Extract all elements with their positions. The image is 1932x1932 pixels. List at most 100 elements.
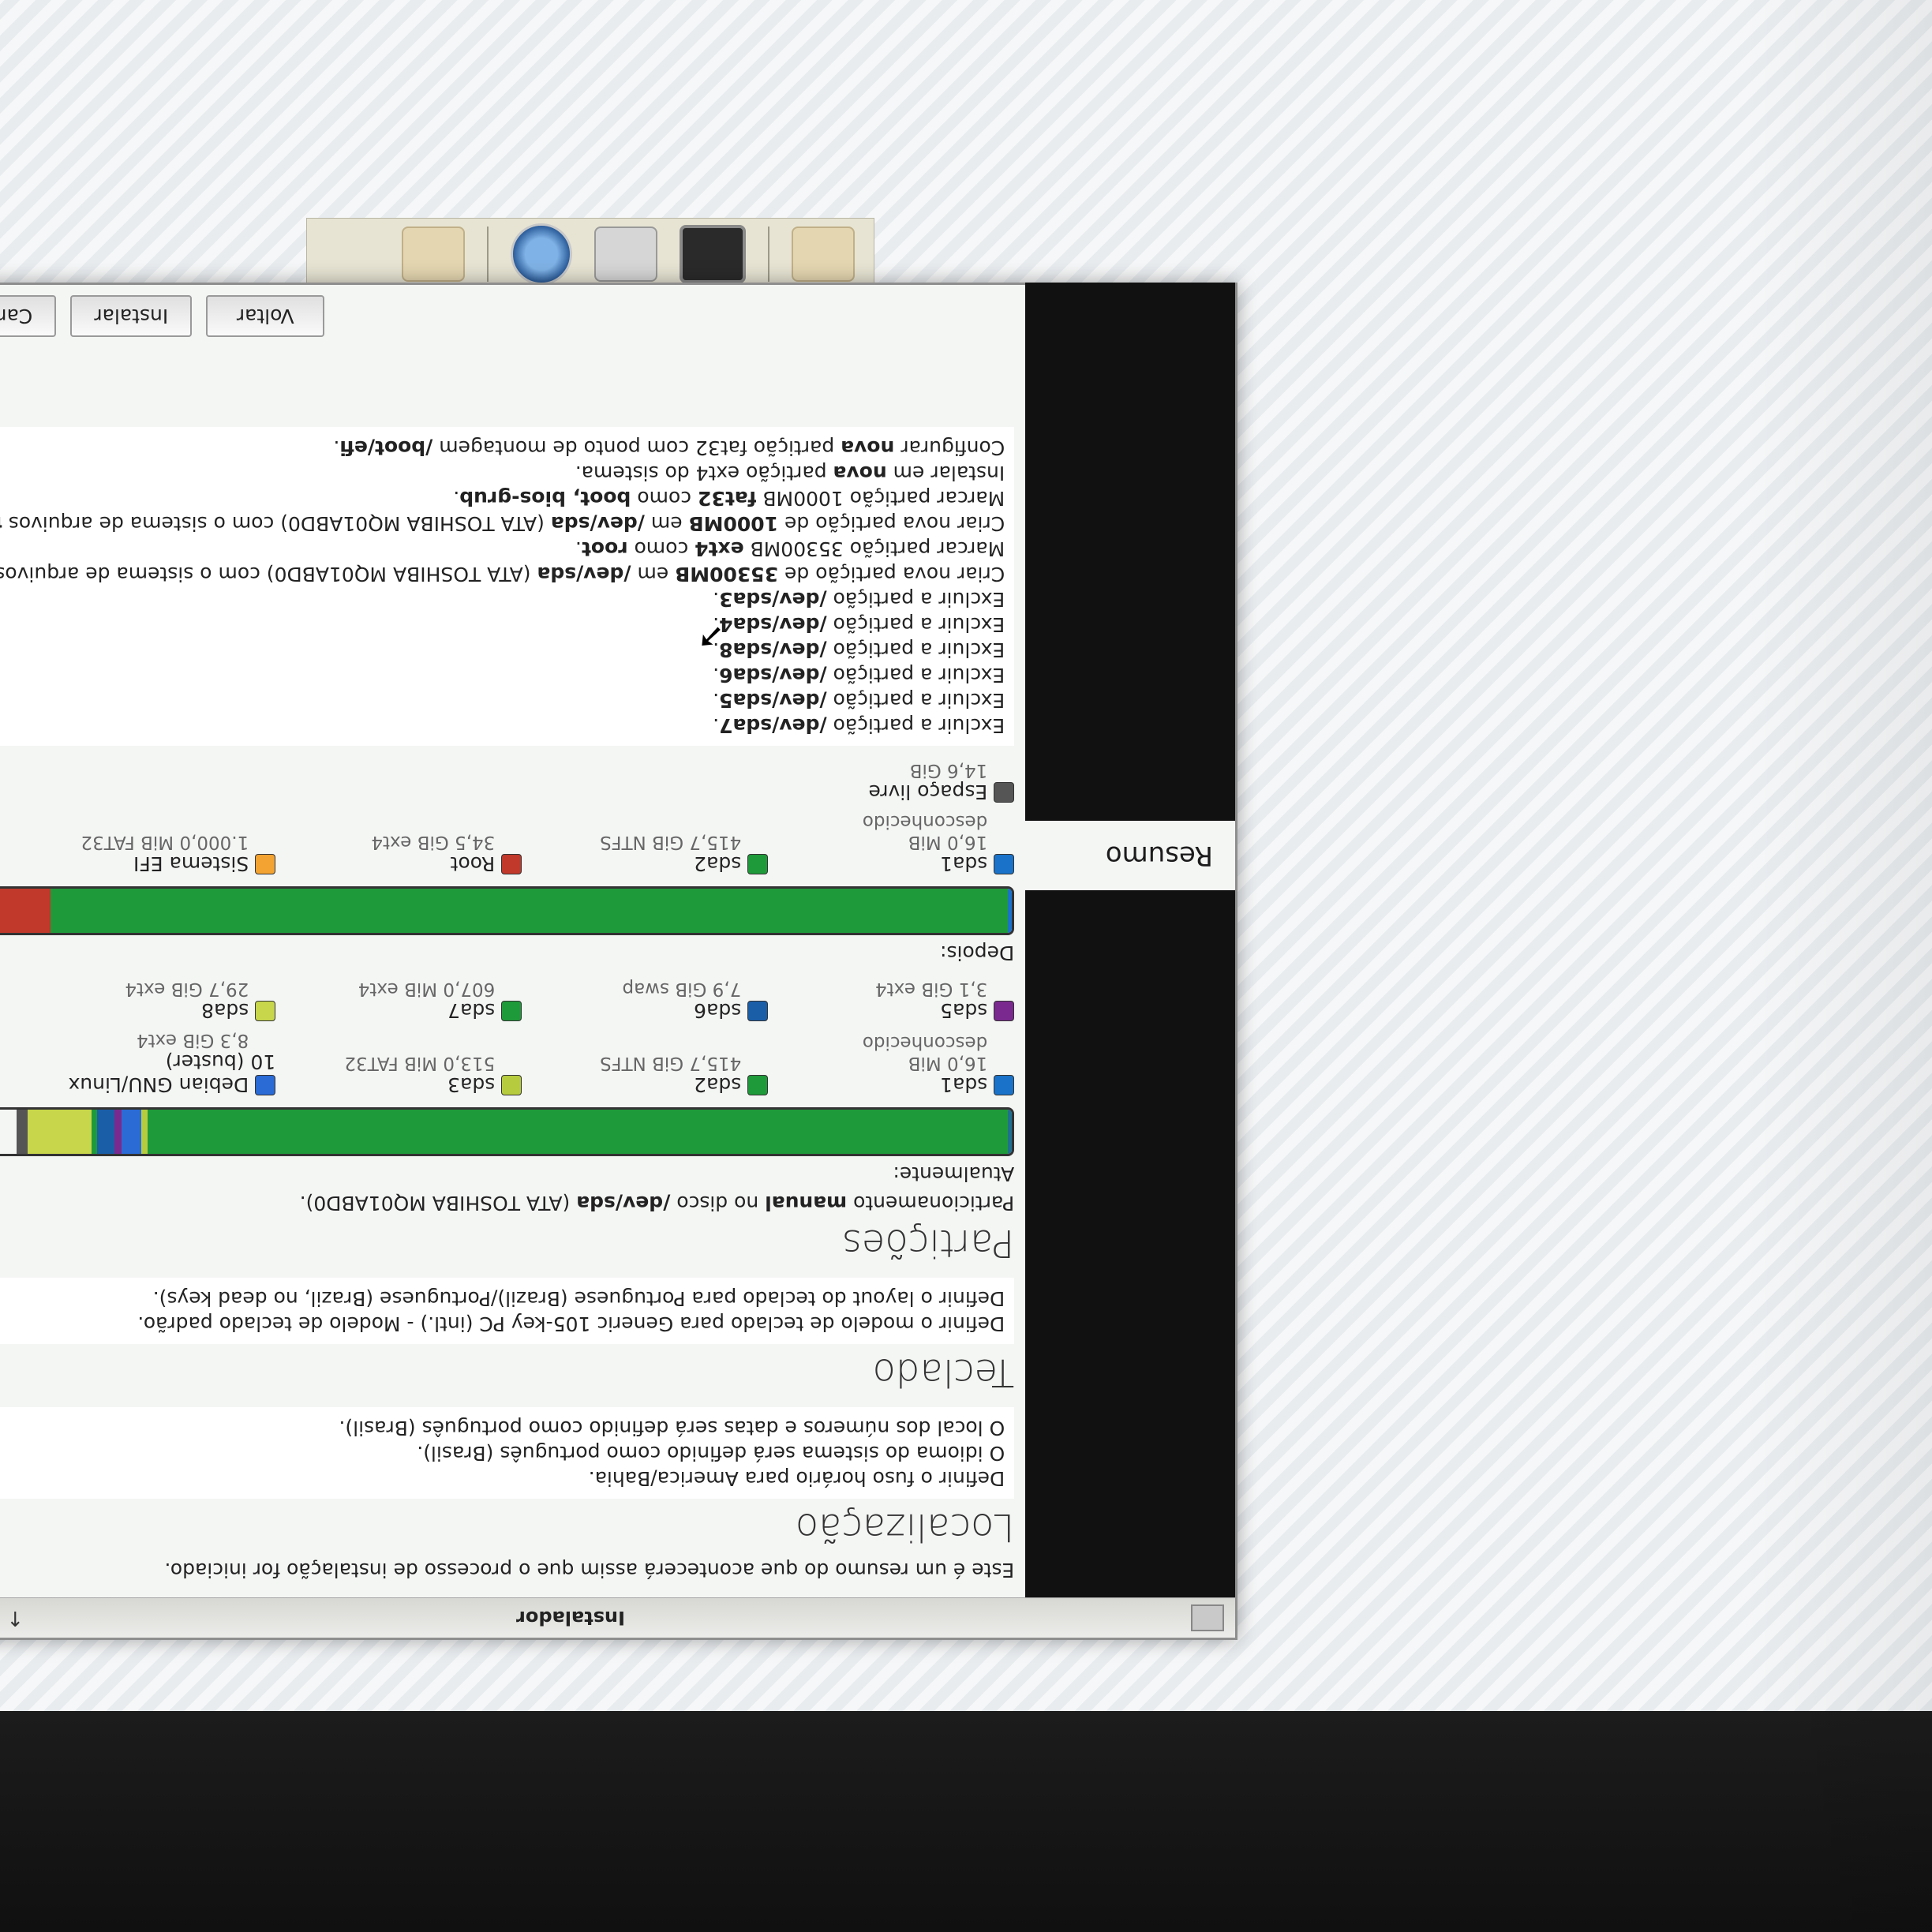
after-partition-legend: sda1 16,0 MiB desconhecido sda2 415,7 GiB N…	[0, 760, 1015, 875]
legend-item: Root 34,5 GiB ext4	[285, 811, 522, 875]
current-partition-legend: sda1 16,0 MiB desconhecido sda2 415,7 GiB N…	[0, 979, 1015, 1096]
action-text: Configurar	[894, 436, 1005, 459]
action-text: .	[453, 487, 460, 510]
legend-swatch	[501, 1075, 522, 1095]
browser-globe-icon[interactable]	[511, 223, 572, 285]
legend-name: sda8	[201, 999, 249, 1022]
after-partition-bar	[0, 886, 1015, 935]
window-controls: ↑ – □ ✕	[0, 1606, 24, 1630]
keep-above-icon[interactable]: ↑	[6, 1606, 24, 1630]
teclado-line: Definir o layout do teclado para Portugu…	[152, 1287, 1005, 1310]
action-highlight: nova	[841, 436, 895, 459]
action-highlight: root	[581, 537, 628, 560]
partition-action-line: Excluir a partição /dev/sda6.	[0, 662, 1005, 687]
localizacao-line: O idioma do sistema será definido como p…	[417, 1442, 1005, 1465]
photo-scene: Instalador ↑ – □ ✕ Resumo Este é um resu…	[0, 0, 1932, 1932]
teclado-box: Definir o modelo de teclado para Generic…	[0, 1278, 1015, 1344]
action-text: como	[631, 487, 698, 510]
partition-action-line: Excluir a partição /dev/sda4.	[0, 612, 1005, 637]
install-button[interactable]: Instalar	[70, 295, 193, 337]
partition-segment	[16, 1110, 28, 1154]
legend-info: 14,6 GiB	[909, 760, 988, 781]
partition-action-line: Excluir a partição /dev/sda5.	[0, 687, 1005, 713]
legend-swatch	[994, 782, 1015, 803]
action-text: Marcar partição 35300MB	[743, 537, 1005, 560]
legend-item: sda2 415,7 GiB NTFS	[531, 1030, 769, 1096]
legend-item: Debian GNU/Linux 10 (buster) 8,3 GiB ext4	[39, 1030, 276, 1096]
back-button[interactable]: Voltar	[206, 295, 325, 337]
partition-action-line: Excluir a partição /dev/sda3.	[0, 586, 1005, 612]
action-text: .	[713, 714, 720, 737]
legend-item: sda1 16,0 MiB desconhecido	[777, 811, 1015, 875]
taskbar-separator	[768, 227, 769, 282]
summary-page: Este é um resumo do que acontecerá assim…	[0, 283, 1025, 1597]
sidebar-item-resumo[interactable]: Resumo	[1003, 821, 1235, 890]
action-text: .	[713, 588, 720, 611]
action-text: .	[713, 664, 720, 687]
legend-item: sda5 3,1 GiB ext4	[777, 979, 1015, 1022]
legend-item: sda7 607,0 MiB ext4	[285, 979, 522, 1022]
legend-item: sda8 29,7 GiB ext4	[39, 979, 276, 1022]
legend-swatch	[994, 854, 1015, 874]
legend-name: sda3	[447, 1073, 496, 1096]
section-title-localizacao: Localização	[795, 1505, 1015, 1549]
action-highlight: /dev/sda3	[719, 588, 827, 611]
action-text: Criar nova partição de	[778, 512, 1005, 535]
action-highlight: /dev/sda	[537, 563, 631, 586]
terminal-icon[interactable]	[680, 225, 746, 283]
taskbar-separator	[487, 227, 489, 282]
legend-name: Sistema EFI	[133, 852, 249, 875]
folder-icon[interactable]	[402, 227, 465, 282]
partition-intro-text: Particionamento	[847, 1192, 1015, 1215]
partition-action-line: Criar nova partição de 35300MB em /dev/s…	[0, 561, 1005, 586]
legend-name: sda2	[694, 852, 742, 875]
action-highlight: /boot/efi	[339, 436, 433, 459]
legend-name: Espaço livre	[868, 781, 988, 803]
installer-window: Instalador ↑ – □ ✕ Resumo Este é um resu…	[0, 283, 1237, 1640]
teclado-line: Definir o modelo de teclado para Generic…	[137, 1312, 1005, 1335]
partition-segment	[27, 1110, 92, 1154]
partition-segment	[50, 889, 1008, 933]
legend-name: sda1	[940, 1073, 988, 1096]
file-cabinet-icon[interactable]	[594, 227, 657, 282]
partition-intro: Particionamento manual no disco /dev/sda…	[0, 1192, 1015, 1215]
cancel-button[interactable]: Cancelar	[0, 295, 57, 337]
legend-item: sda1 16,0 MiB desconhecido	[777, 1030, 1015, 1096]
title-bar[interactable]: Instalador ↑ – □ ✕	[0, 1597, 1235, 1638]
legend-swatch	[255, 1001, 276, 1021]
partition-actions-box: Excluir a partição /dev/sda7. Excluir a p…	[0, 427, 1015, 746]
action-text: Instalar em	[886, 462, 1005, 485]
action-text: Excluir a partição	[826, 613, 1005, 636]
partition-intro-text: no disco	[670, 1192, 766, 1215]
legend-info: 7,9 GiB swap	[622, 979, 742, 999]
legend-swatch	[994, 1075, 1015, 1095]
legend-info: 34,5 GiB ext4	[371, 832, 496, 852]
legend-swatch	[255, 854, 276, 874]
legend-item: Sistema EFI 1.000,0 MiB FAT32	[39, 811, 276, 875]
legend-swatch	[501, 854, 522, 874]
legend-info: 415,7 GiB NTFS	[600, 1053, 742, 1073]
action-text: Criar nova partição de	[778, 563, 1005, 586]
partition-action-line: Excluir a partição /dev/sda8.	[0, 637, 1005, 662]
partition-action-line: Excluir a partição /dev/sda7.	[0, 713, 1005, 738]
legend-swatch	[747, 1075, 769, 1095]
legend-name: sda2	[694, 1073, 742, 1096]
folder-icon[interactable]	[792, 227, 855, 282]
legend-swatch	[255, 1075, 276, 1095]
legend-name: Debian GNU/Linux 10 (buster)	[68, 1050, 276, 1096]
action-text: partição fat32 com ponto de montagem	[432, 436, 841, 459]
action-text: (ATA TOSHIBA MQ01ABD0) com o sistema de …	[0, 563, 537, 586]
action-text: Excluir a partição	[826, 664, 1005, 687]
action-text: em	[631, 563, 676, 586]
legend-item: sda3 513,0 MiB FAT32	[285, 1030, 522, 1096]
action-highlight: /dev/sda5	[719, 689, 827, 712]
legend-name: Root	[450, 852, 496, 875]
action-text: como	[627, 537, 695, 560]
partition-disk: /dev/sda	[576, 1192, 671, 1215]
partition-action-line: Configurar nova partição fat32 com ponto…	[0, 435, 1005, 460]
sidebar: Resumo	[1003, 283, 1235, 1597]
action-text: Excluir a partição	[826, 689, 1005, 712]
legend-swatch	[747, 854, 769, 874]
partition-segment	[140, 1110, 148, 1154]
action-text: .	[575, 537, 582, 560]
